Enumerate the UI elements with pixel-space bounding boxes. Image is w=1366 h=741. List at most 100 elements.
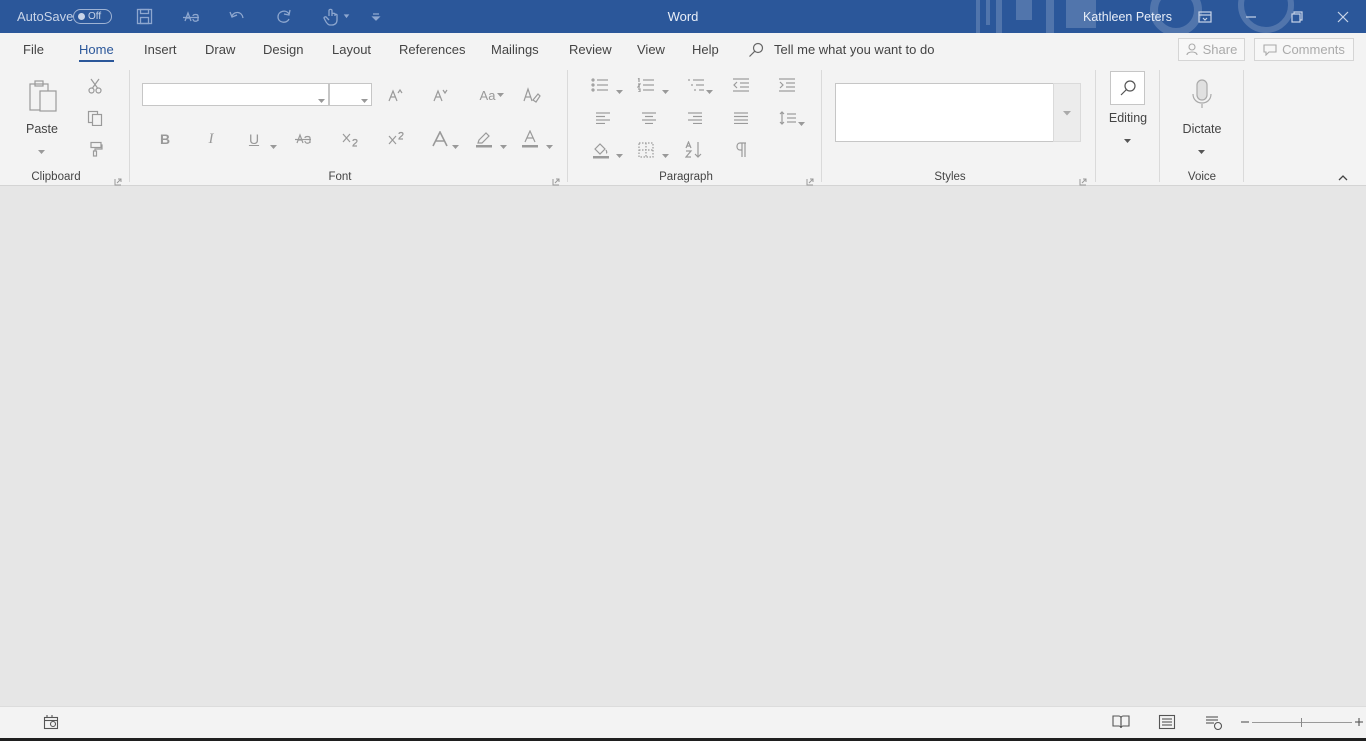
plus-icon [1355,718,1363,726]
paste-dropdown[interactable] [38,143,45,154]
tab-help[interactable]: Help [692,33,719,66]
superscript-button[interactable] [386,129,406,149]
decrease-font-size-button[interactable] [431,85,451,105]
underline-dropdown[interactable] [270,138,277,149]
find-button[interactable] [1110,71,1145,105]
underline-button[interactable]: U [244,129,264,149]
share-button[interactable]: Share [1178,38,1245,61]
tab-draw[interactable]: Draw [205,33,235,66]
highlight-color-dropdown[interactable] [500,138,507,149]
save-button[interactable] [134,0,154,33]
change-case-button[interactable]: Aa [477,85,507,105]
clipboard-launcher[interactable] [114,174,122,186]
cut-button[interactable] [86,77,104,95]
web-layout-button[interactable] [1205,714,1223,731]
styles-launcher[interactable] [1079,174,1087,186]
bullets-button[interactable] [590,76,610,94]
tab-references[interactable]: References [399,33,465,66]
tell-me-search[interactable]: Tell me what you want to do [748,33,934,66]
multilevel-list-button[interactable] [686,76,706,94]
print-layout-icon [1158,714,1176,730]
scissors-icon [88,78,102,94]
align-left-button[interactable] [593,109,613,127]
accessibility-button[interactable] [43,714,61,730]
ribbon-display-options-button[interactable] [1182,0,1228,33]
zoom-slider-thumb[interactable] [1301,718,1302,727]
format-painter-button[interactable] [86,140,104,158]
text-effects-dropdown[interactable] [452,138,459,149]
text-effects-button[interactable] [430,129,450,149]
group-separator [1095,70,1096,182]
close-button[interactable] [1320,0,1366,33]
highlight-color-button[interactable] [474,129,494,149]
dictate-dropdown[interactable] [1198,143,1205,154]
sort-button[interactable] [684,140,706,160]
borders-button[interactable] [636,140,656,160]
user-name[interactable]: Kathleen Peters [1083,0,1172,33]
font-name-box[interactable] [142,83,329,106]
tab-view[interactable]: View [637,33,665,66]
copy-button[interactable] [86,109,104,127]
increase-indent-button[interactable] [777,76,797,94]
zoom-out-button[interactable] [1240,714,1250,730]
italic-button[interactable]: I [201,129,221,149]
line-spacing-button[interactable] [778,109,798,127]
document-area[interactable] [0,187,1366,706]
tab-review[interactable]: Review [569,33,612,66]
shading-dropdown[interactable] [616,147,623,158]
font-color-dropdown[interactable] [546,138,553,149]
editing-dropdown[interactable] [1124,132,1131,143]
decrease-indent-button[interactable] [731,76,751,94]
redo-button[interactable] [274,0,294,33]
align-right-button[interactable] [685,109,705,127]
minimize-button[interactable] [1228,0,1274,33]
editing-label[interactable]: Editing [1102,111,1154,125]
strikethrough-qat-button[interactable] [180,0,202,33]
tab-file[interactable]: File [23,33,44,66]
autosave-toggle[interactable]: Off [73,9,112,24]
touch-mode-button[interactable] [322,0,352,33]
zoom-slider-track[interactable] [1252,722,1352,723]
numbering-dropdown[interactable] [662,83,669,94]
multilevel-list-dropdown[interactable] [706,83,713,94]
bullets-dropdown[interactable] [616,83,623,94]
show-formatting-button[interactable] [731,140,751,160]
font-color-button[interactable] [520,129,540,149]
dictate-label[interactable]: Dictate [1178,122,1226,136]
collapse-ribbon-button[interactable] [1336,171,1350,181]
clear-formatting-button[interactable] [522,85,542,105]
styles-gallery[interactable] [835,83,1054,142]
bold-button[interactable]: B [155,129,175,149]
paste-label[interactable]: Paste [22,122,62,136]
tab-layout[interactable]: Layout [332,33,371,66]
font-launcher[interactable] [552,174,560,186]
numbering-button[interactable] [636,76,656,94]
increase-font-size-button[interactable] [386,85,406,105]
font-name-dropdown[interactable] [318,92,325,103]
tab-design[interactable]: Design [263,33,303,66]
dictate-button[interactable] [1188,76,1216,112]
strikethrough-button[interactable] [292,129,314,149]
print-layout-button[interactable] [1158,714,1176,730]
read-mode-button[interactable] [1112,714,1130,730]
tab-home[interactable]: Home [79,33,114,66]
paste-button[interactable] [25,76,61,116]
restore-button[interactable] [1274,0,1320,33]
undo-button[interactable] [227,0,247,33]
tab-insert[interactable]: Insert [144,33,177,66]
font-size-box[interactable] [329,83,372,106]
multilevel-list-icon [688,79,704,91]
zoom-in-button[interactable] [1354,714,1364,730]
align-center-button[interactable] [639,109,659,127]
customize-qat-button[interactable] [369,0,383,33]
shading-button[interactable] [591,140,611,160]
justify-button[interactable] [731,109,751,127]
borders-dropdown[interactable] [662,147,669,158]
subscript-button[interactable] [340,129,360,149]
comments-button[interactable]: Comments [1254,38,1354,61]
line-spacing-dropdown[interactable] [798,115,805,126]
tab-mailings[interactable]: Mailings [491,33,539,66]
styles-more-button[interactable] [1053,83,1081,142]
paragraph-launcher[interactable] [806,174,814,186]
font-size-dropdown[interactable] [361,92,368,103]
